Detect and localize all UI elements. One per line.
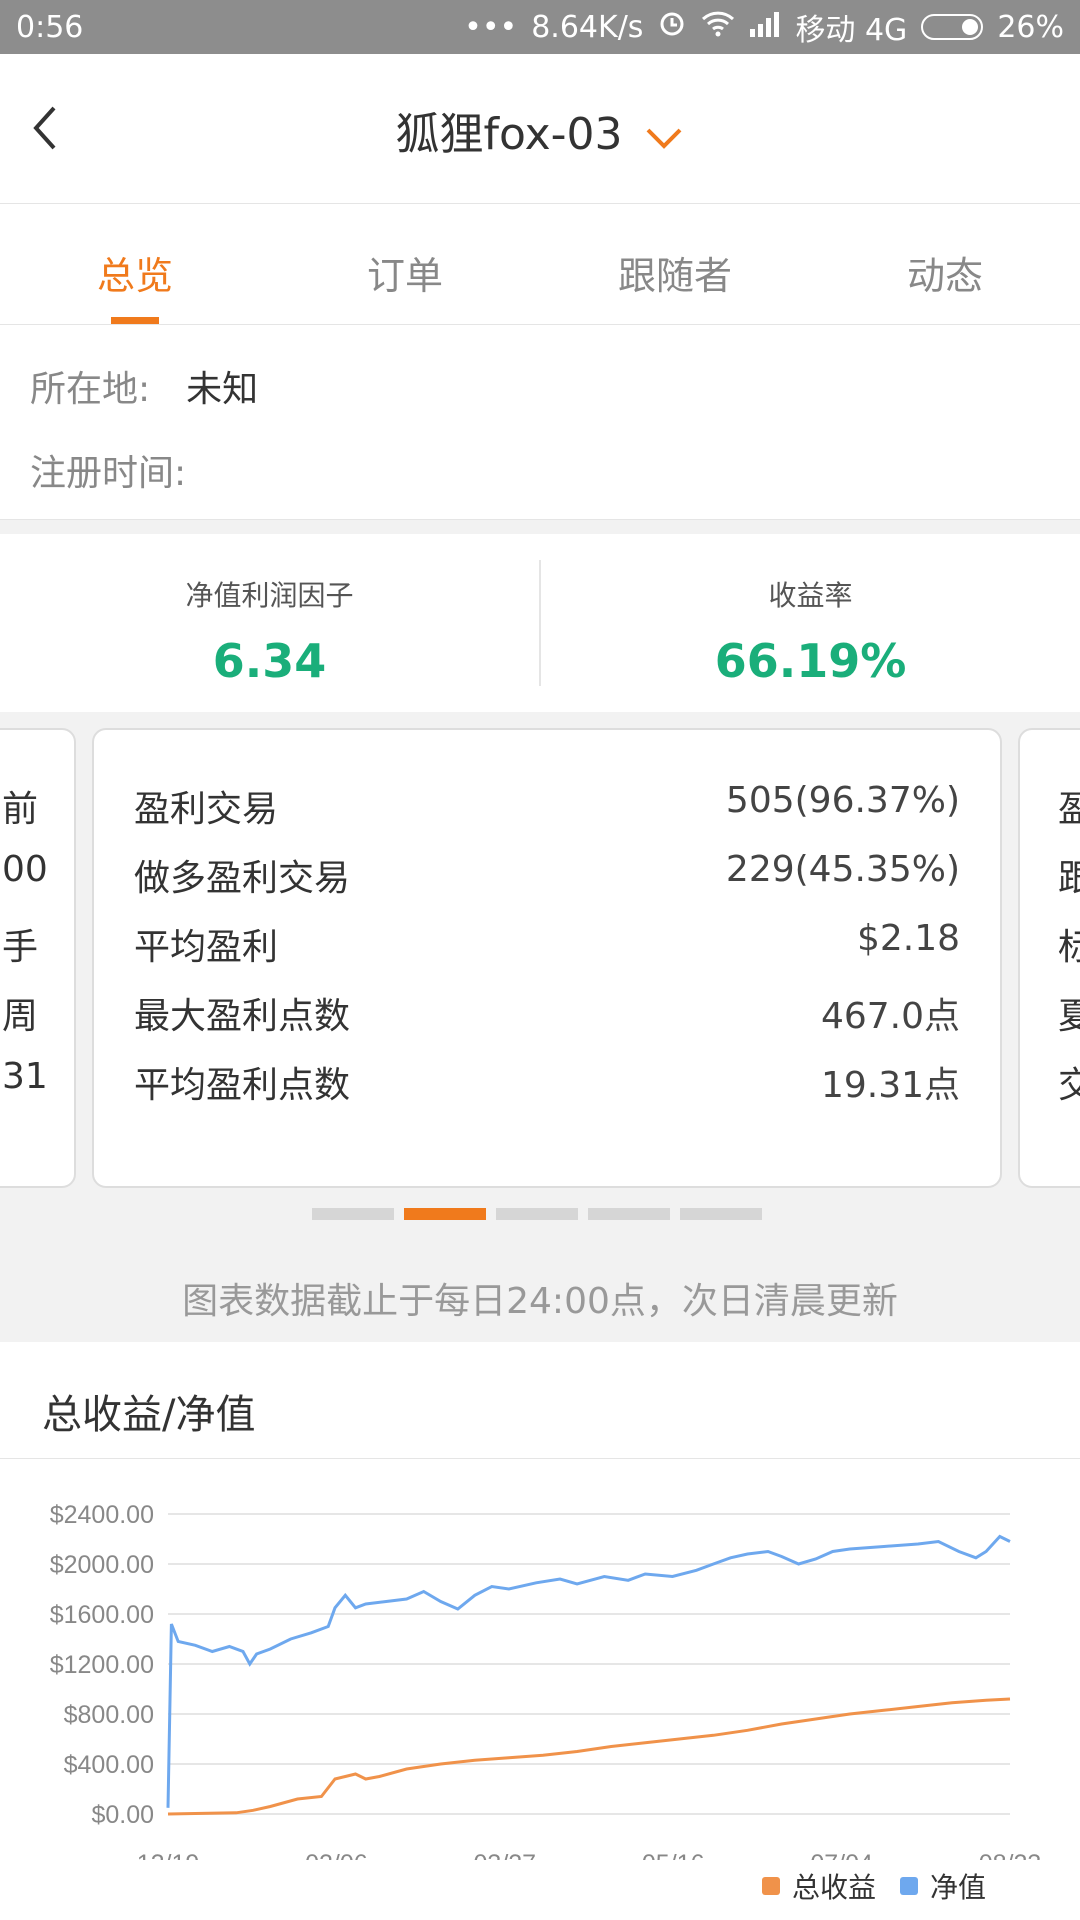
status-time: 0:56 <box>16 9 84 45</box>
y-tick-label: $400.00 <box>64 1751 154 1779</box>
peek-text: 盈 <box>1058 780 1080 832</box>
stats-carousel[interactable]: 前 00 手 周 31 盈利交易 505(96.37%) 做多盈利交易 229(45… <box>0 712 1080 1342</box>
x-tick-label: 07/04 <box>810 1850 873 1860</box>
y-tick-label: $800.00 <box>64 1701 154 1729</box>
stat-row: 最大盈利点数 467.0点 <box>134 987 960 1039</box>
peek-text: 周 <box>2 996 39 1037</box>
x-tick-label: 03/27 <box>474 1850 537 1860</box>
register-label: 注册时间: <box>30 453 187 494</box>
x-tick-label: 12/19 <box>137 1850 200 1860</box>
status-bar: 0:56 ••• 8.64K/s 移动 4G 26% <box>0 0 1080 54</box>
stat-key: 最大盈利点数 <box>134 996 351 1037</box>
x-tick-label: 05/16 <box>642 1850 705 1860</box>
stat-val: 19.31点 <box>820 1065 960 1106</box>
stat-row: 盈利交易 505(96.37%) <box>134 780 960 832</box>
peek-text: 前 <box>2 789 39 830</box>
network-speed: 8.64K/s <box>531 9 644 45</box>
y-tick-label: $1200.00 <box>50 1651 154 1679</box>
card-next-peek[interactable]: 盈 跟 标 夏 交 <box>1018 728 1080 1188</box>
signal-icon <box>749 10 781 45</box>
pager-dot[interactable] <box>680 1208 762 1220</box>
x-tick-label: 02/06 <box>305 1850 368 1860</box>
page-title-dropdown[interactable]: 狐狸fox-03 <box>0 98 1080 163</box>
stat-row: 做多盈利交易 229(45.35%) <box>134 849 960 901</box>
info-section: 所在地: 未知 注册时间: <box>0 326 1080 520</box>
chart-title: 总收益/净值 <box>42 1392 256 1438</box>
card-prev-peek[interactable]: 前 00 手 周 31 <box>0 728 76 1188</box>
more-dots-icon: ••• <box>464 9 518 45</box>
stat-profit-factor: 净值利润因子 6.34 <box>0 534 539 712</box>
peek-text: 标 <box>1058 918 1080 970</box>
legend-swatch <box>761 1877 780 1895</box>
series-line-total-profit <box>167 1697 1011 1816</box>
stat-key: 盈利交易 <box>134 789 279 830</box>
stat-value: 6.34 <box>212 634 327 688</box>
peek-text: 跟 <box>1058 849 1080 901</box>
stat-val: 467.0点 <box>820 996 960 1037</box>
page-title: 狐狸fox-03 <box>395 109 623 160</box>
battery-icon <box>921 14 984 40</box>
peek-text: 00 <box>2 849 48 890</box>
card-profit-stats[interactable]: 盈利交易 505(96.37%) 做多盈利交易 229(45.35%) 平均盈利 $2… <box>92 728 1002 1188</box>
stat-key: 做多盈利交易 <box>134 858 351 899</box>
pager-dot[interactable] <box>496 1208 578 1220</box>
chevron-down-icon <box>644 112 684 163</box>
stat-label: 净值利润因子 <box>185 579 354 612</box>
tab-orders[interactable]: 订单 <box>270 205 540 324</box>
stat-row: 平均盈利 $2.18 <box>134 918 960 970</box>
stat-row: 平均盈利点数 19.31点 <box>134 1056 960 1108</box>
tab-overview[interactable]: 总览 <box>0 205 270 324</box>
pager-dot[interactable] <box>588 1208 670 1220</box>
legend-label: 总收益 <box>791 1871 876 1904</box>
stat-val: 229(45.35%) <box>725 849 960 890</box>
chart-section: 总收益/净值 $0.00 $400.00 $800.00 $1200.00 $1600.… <box>0 1342 1080 1920</box>
carousel-pager <box>312 1208 762 1220</box>
peek-text: 夏 <box>1058 987 1080 1039</box>
stat-value: 66.19% <box>714 634 907 688</box>
register-row: 注册时间: <box>30 444 222 496</box>
legend-item-profit[interactable]: 总收益 <box>761 1866 876 1906</box>
carrier-label: 移动 4G <box>795 13 908 48</box>
y-tick-label: $0.00 <box>91 1801 154 1829</box>
tab-activity[interactable]: 动态 <box>810 205 1080 324</box>
location-value: 未知 <box>186 369 259 410</box>
stat-val: $2.18 <box>856 918 960 959</box>
section-gap <box>0 520 1080 534</box>
divider <box>0 1458 1080 1459</box>
profit-equity-chart[interactable]: $0.00 $400.00 $800.00 $1200.00 $1600.00 $2000… <box>0 1460 1080 1860</box>
peek-text: 手 <box>2 927 39 968</box>
status-right: ••• 8.64K/s 移动 4G 26% <box>464 5 1064 49</box>
series-line-net-value <box>166 1534 1011 1808</box>
y-tick-label: $2000.00 <box>50 1551 154 1579</box>
chart-legend: 总收益 净值 <box>761 1866 986 1906</box>
chart-update-note: 图表数据截止于每日24:00点，次日清晨更新 <box>182 1281 898 1322</box>
wifi-icon <box>701 9 735 45</box>
location-row: 所在地: 未知 <box>30 360 258 412</box>
stat-return-rate: 收益率 66.19% <box>541 534 1080 712</box>
legend-item-equity[interactable]: 净值 <box>899 1866 986 1906</box>
pager-dot[interactable] <box>312 1208 394 1220</box>
alarm-icon <box>657 8 687 46</box>
tab-followers[interactable]: 跟随者 <box>540 205 810 324</box>
tab-bar: 总览 订单 跟随者 动态 <box>0 205 1080 325</box>
peek-text: 31 <box>2 1056 48 1097</box>
legend-label: 净值 <box>929 1871 986 1904</box>
stat-key: 平均盈利 <box>134 927 279 968</box>
pager-dot-active[interactable] <box>404 1208 486 1220</box>
stat-label: 收益率 <box>768 579 853 612</box>
peek-text: 交 <box>1058 1056 1080 1108</box>
legend-swatch <box>899 1877 918 1895</box>
y-tick-label: $1600.00 <box>50 1601 154 1629</box>
x-tick-label: 08/23 <box>979 1850 1042 1860</box>
stat-key: 平均盈利点数 <box>134 1065 351 1106</box>
location-label: 所在地: <box>30 369 151 410</box>
y-tick-label: $2400.00 <box>50 1501 154 1529</box>
battery-percent: 26% <box>997 9 1064 45</box>
nav-header: 狐狸fox-03 <box>0 54 1080 204</box>
stats-summary: 净值利润因子 6.34 收益率 66.19% <box>0 534 1080 712</box>
stat-val: 505(96.37%) <box>725 780 960 821</box>
